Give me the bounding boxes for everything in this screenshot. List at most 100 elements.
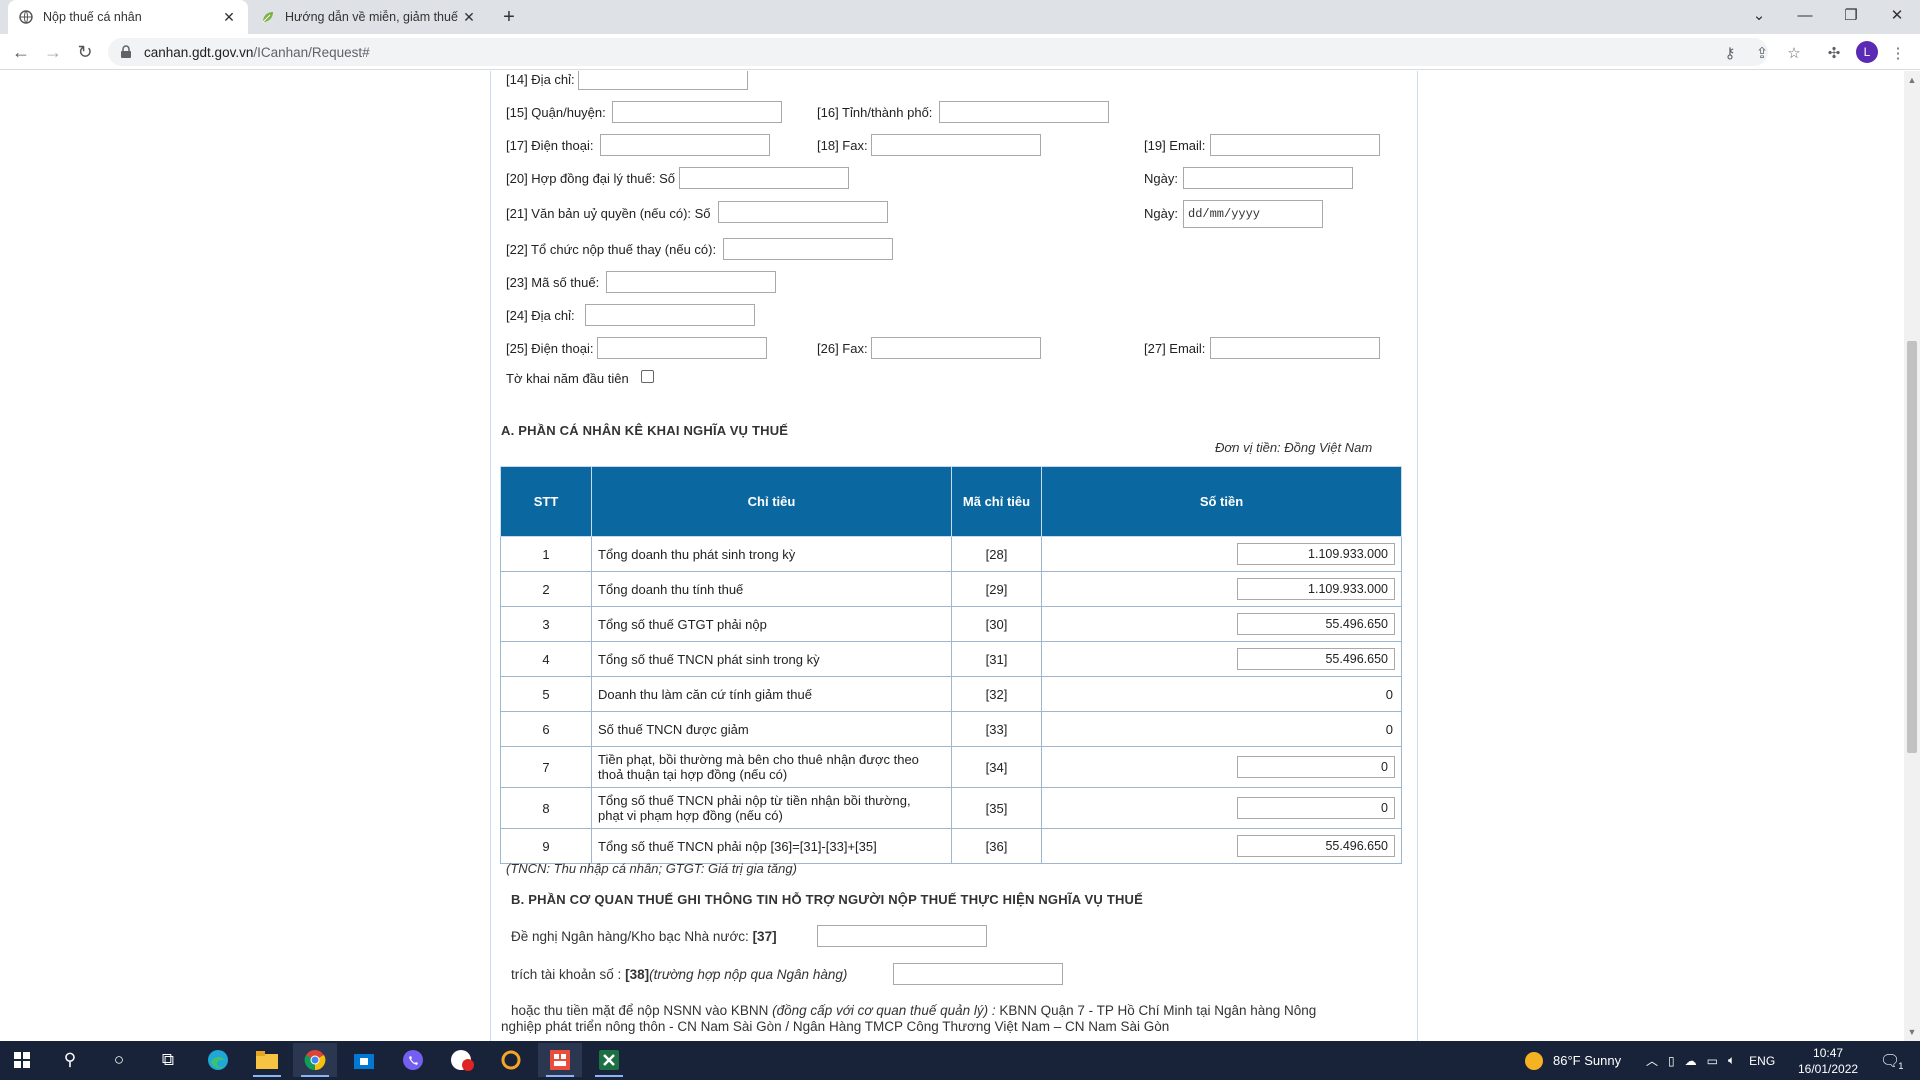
excel-icon[interactable] — [587, 1043, 631, 1077]
file-explorer-icon[interactable] — [245, 1043, 289, 1077]
close-window-icon[interactable]: ✕ — [1874, 0, 1920, 30]
amount-input[interactable]: 55.496.650 — [1237, 613, 1395, 635]
windows-start-icon[interactable] — [0, 1043, 44, 1077]
weather-text: 86°F Sunny — [1553, 1053, 1622, 1068]
input-tai-khoan-38[interactable] — [893, 963, 1063, 985]
input-email-27[interactable] — [1210, 337, 1380, 359]
chrome-icon[interactable] — [293, 1043, 337, 1077]
reload-icon[interactable]: ↻ — [72, 40, 98, 64]
key-icon[interactable]: ⚷ — [1720, 43, 1740, 63]
profile-avatar[interactable]: L — [1856, 41, 1878, 63]
task-view-icon[interactable]: ⧉ — [146, 1043, 190, 1077]
store-icon[interactable] — [342, 1043, 386, 1077]
cell-so-tien: 0 — [1041, 746, 1402, 788]
section-a-title: A. PHẦN CÁ NHÂN KÊ KHAI NGHĨA VỤ THUẾ — [501, 423, 789, 438]
cell-stt: 1 — [500, 536, 592, 572]
page-scrollbar[interactable]: ▲ ▼ — [1904, 71, 1920, 1041]
input-to-chuc-nop-thay[interactable] — [723, 238, 893, 260]
tab-nop-thue[interactable]: Nộp thuế cá nhân ✕ — [8, 0, 248, 34]
clock-time: 10:47 — [1813, 1045, 1844, 1060]
amount-input[interactable]: 1.109.933.000 — [1237, 578, 1395, 600]
tab-search-icon[interactable]: ⌄ — [1736, 0, 1782, 30]
input-dien-thoai-25[interactable] — [597, 337, 767, 359]
input-fax-18[interactable] — [871, 134, 1041, 156]
date-input-ngay-21[interactable]: dd/mm/yyyy — [1183, 200, 1323, 228]
globe-icon — [18, 10, 33, 25]
cell-stt: 7 — [500, 746, 592, 788]
cash-text-1: KBNN Quận 7 - TP Hồ Chí Minh tại Ngân hà… — [999, 1003, 1317, 1018]
network-icon[interactable]: ▭ — [1707, 1054, 1718, 1068]
label-van-ban-uy-quyen: [21] Văn bản uỷ quyền (nếu có): Số — [506, 206, 711, 221]
clock[interactable]: 10:47 16/01/2022 — [1798, 1041, 1858, 1080]
input-dia-chi-24[interactable] — [585, 304, 755, 326]
notification-count: 1 — [1898, 1060, 1904, 1071]
volume-icon[interactable]: 🔈︎ — [1728, 1053, 1735, 1068]
input-dia-chi-14[interactable] — [578, 71, 748, 90]
col-ma-chi-tieu: Mã chỉ tiêu — [951, 466, 1042, 537]
amount-input[interactable]: 0 — [1237, 797, 1395, 819]
cloud-icon[interactable]: ☁ — [1685, 1054, 1697, 1068]
minimize-icon[interactable]: — — [1782, 0, 1828, 30]
input-ngan-hang-37[interactable] — [817, 925, 987, 947]
forward-icon[interactable]: → — [40, 40, 66, 64]
input-hop-dong-so[interactable] — [679, 167, 849, 189]
cortana-icon[interactable]: ○ — [97, 1043, 141, 1077]
cell-stt: 3 — [500, 606, 592, 642]
chat-app-icon[interactable] — [440, 1043, 484, 1077]
label-to-khai-nam-dau: Tờ khai năm đầu tiên — [506, 371, 629, 386]
address-bar[interactable]: canhan.gdt.gov.vn/ICanhan/Request# — [108, 38, 1768, 66]
lock-icon — [120, 45, 132, 59]
account-label: trích tài khoản số : — [511, 967, 622, 982]
tab-label: Hướng dẫn về miễn, giảm thuế c — [285, 10, 460, 24]
new-tab-button[interactable]: + — [497, 6, 521, 28]
cell-ma-chi-tieu: [34] — [951, 746, 1042, 788]
input-fax-26[interactable] — [871, 337, 1041, 359]
input-quan-huyen[interactable] — [612, 101, 782, 123]
tax-app-icon[interactable] — [538, 1043, 582, 1077]
edge-icon[interactable] — [196, 1043, 240, 1077]
close-tab-icon[interactable]: ✕ — [220, 8, 238, 26]
cell-so-tien: 1.109.933.000 — [1041, 571, 1402, 607]
amount-input[interactable]: 1.109.933.000 — [1237, 543, 1395, 565]
notification-icon[interactable]: 🗨︎ 1 — [1880, 1041, 1903, 1080]
close-tab-icon[interactable]: ✕ — [460, 8, 478, 26]
input-van-ban-so[interactable] — [718, 201, 888, 223]
amount-value: 0 — [1385, 721, 1393, 737]
scroll-down-icon[interactable]: ▼ — [1907, 1027, 1917, 1037]
amount-input[interactable]: 55.496.650 — [1237, 648, 1395, 670]
extensions-icon[interactable]: ✣ — [1824, 43, 1844, 63]
viber-icon[interactable] — [391, 1043, 435, 1077]
menu-icon[interactable]: ⋮ — [1888, 43, 1908, 63]
restore-icon[interactable]: ❐ — [1828, 0, 1874, 30]
scroll-up-icon[interactable]: ▲ — [1907, 75, 1917, 85]
app-ring-icon[interactable] — [489, 1043, 533, 1077]
scrollbar-thumb[interactable] — [1907, 341, 1917, 753]
input-ngay-20[interactable] — [1183, 167, 1353, 189]
chevron-up-icon[interactable]: ︿ — [1646, 1052, 1658, 1069]
weather-widget[interactable]: 86°F Sunny — [1525, 1041, 1621, 1080]
input-tinh-thanh-pho[interactable] — [939, 101, 1109, 123]
cell-chi-tieu: Số thuế TNCN được giảm — [591, 711, 952, 747]
input-dien-thoai-17[interactable] — [600, 134, 770, 156]
star-icon[interactable]: ☆ — [1784, 43, 1804, 63]
checkbox-to-khai-nam-dau[interactable] — [641, 370, 654, 383]
language-indicator[interactable]: ENG — [1749, 1054, 1775, 1068]
amount-input[interactable]: 55.496.650 — [1237, 835, 1395, 857]
label-quan-huyen: [15] Quận/huyện: — [506, 105, 606, 120]
input-email-19[interactable] — [1210, 134, 1380, 156]
tab-huong-dan[interactable]: Hướng dẫn về miễn, giảm thuế c ✕ — [250, 0, 488, 34]
amount-input[interactable]: 0 — [1237, 756, 1395, 778]
cash-hint: (đồng cấp với cơ quan thuế quản lý) : — [772, 1003, 996, 1018]
label-fax-18: [18] Fax: — [817, 138, 868, 153]
search-icon[interactable]: ⚲ — [48, 1043, 92, 1077]
cell-stt: 5 — [500, 676, 592, 712]
currency-unit: Đơn vị tiền: Đồng Việt Nam — [1215, 440, 1373, 455]
input-ma-so-thue[interactable] — [606, 271, 776, 293]
table-row: 9 Tổng số thuế TNCN phải nộp [36]=[31]-[3… — [500, 828, 1402, 864]
url-host: canhan.gdt.gov.vn — [144, 44, 254, 60]
cell-so-tien: 55.496.650 — [1041, 606, 1402, 642]
device-icon[interactable]: ▯ — [1668, 1054, 1675, 1068]
back-icon[interactable]: ← — [8, 40, 34, 64]
cell-ma-chi-tieu: [35] — [951, 787, 1042, 829]
share-icon[interactable]: ⇪ — [1752, 43, 1772, 63]
